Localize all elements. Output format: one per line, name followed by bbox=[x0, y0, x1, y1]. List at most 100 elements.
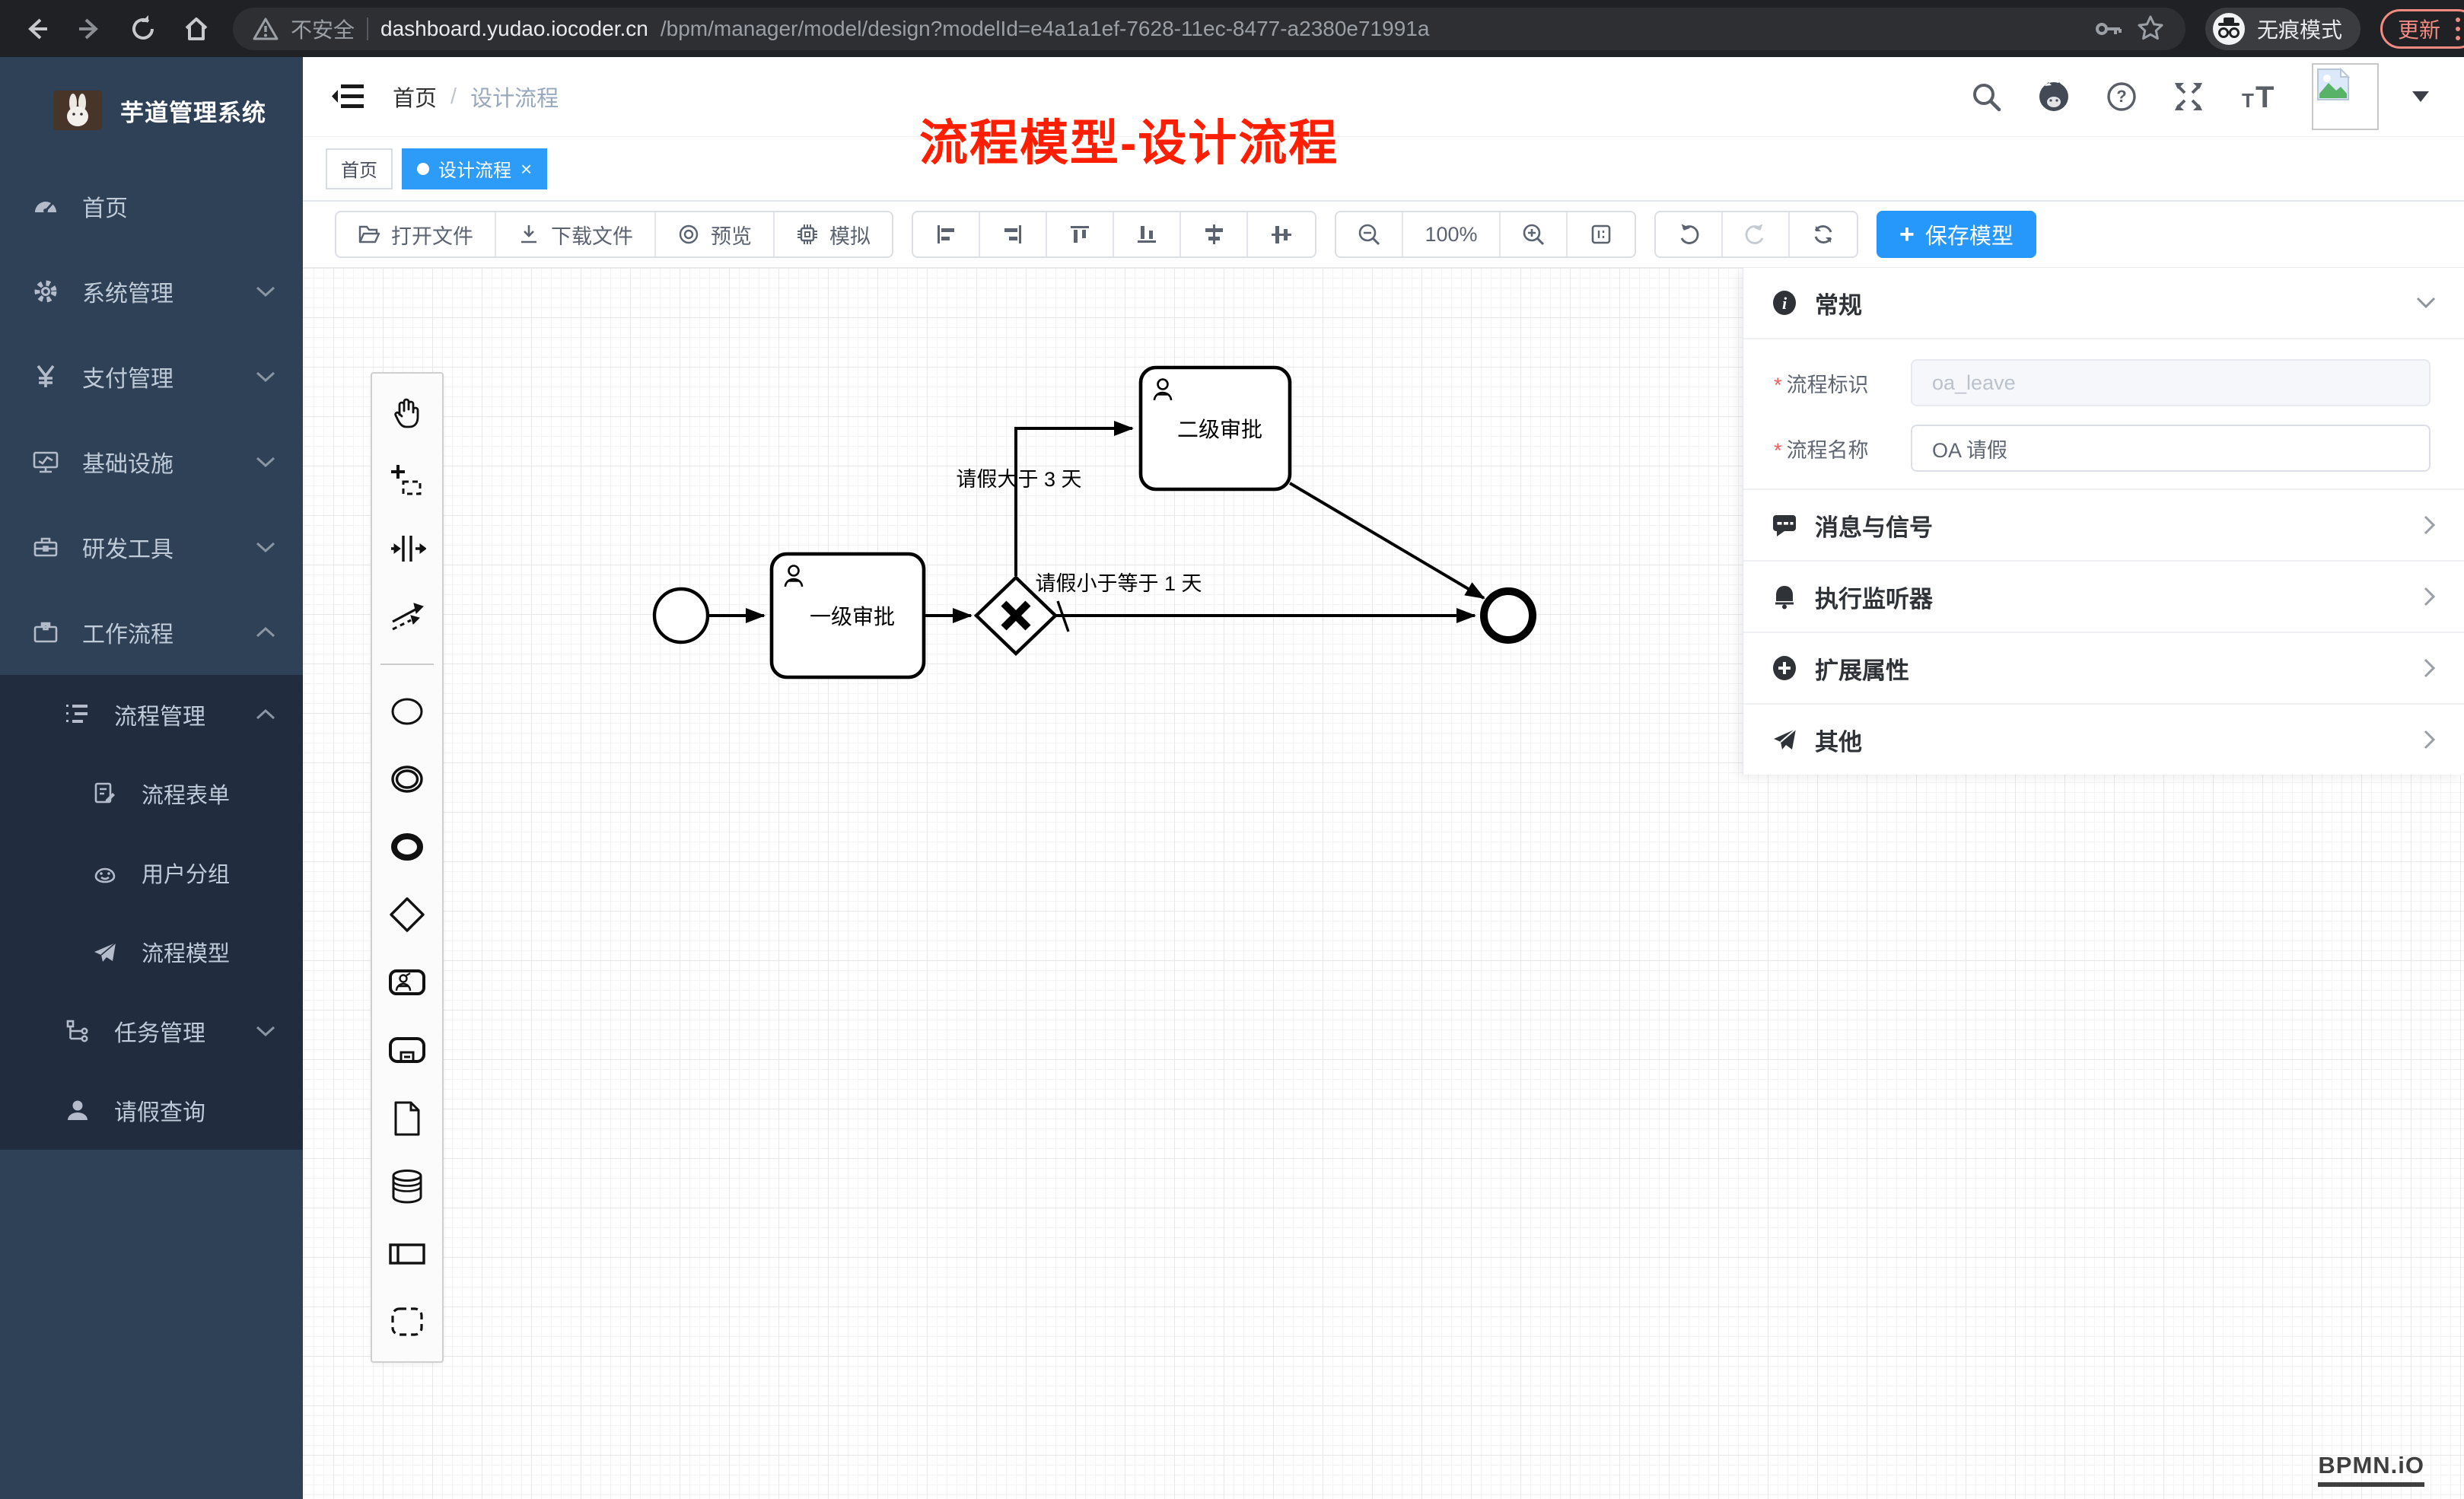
svg-text:T: T bbox=[2255, 81, 2274, 113]
tab-design-process[interactable]: 设计流程 × bbox=[402, 148, 547, 189]
chevron-down-icon bbox=[2415, 296, 2437, 310]
chevron-right-icon bbox=[2423, 729, 2437, 750]
reload-icon[interactable] bbox=[126, 12, 160, 46]
refresh-button[interactable] bbox=[1790, 212, 1857, 256]
simulate-button[interactable]: 模拟 bbox=[775, 212, 892, 256]
breadcrumb-current: 设计流程 bbox=[470, 81, 559, 113]
tab-close-icon[interactable]: × bbox=[520, 159, 532, 179]
tab-home[interactable]: 首页 bbox=[326, 148, 393, 189]
align-vertical-center-button[interactable] bbox=[1181, 212, 1248, 256]
sidebar-item-payment[interactable]: 支付管理 bbox=[0, 334, 303, 419]
monitor-icon bbox=[32, 448, 59, 476]
password-key-icon[interactable] bbox=[2093, 14, 2123, 44]
create-data-store[interactable] bbox=[386, 1165, 428, 1208]
create-participant[interactable] bbox=[386, 1233, 428, 1275]
section-general[interactable]: i 常规 bbox=[1743, 268, 2464, 338]
avatar[interactable] bbox=[2312, 63, 2379, 130]
font-size-icon[interactable]: TT bbox=[2239, 80, 2278, 113]
space-tool[interactable] bbox=[386, 527, 428, 570]
plus-circle-icon bbox=[1771, 654, 1798, 682]
briefcase-icon bbox=[32, 619, 59, 646]
eye-icon bbox=[677, 223, 700, 246]
zoom-out-button[interactable] bbox=[1336, 212, 1403, 256]
sidebar-item-process-model[interactable]: 流程模型 bbox=[0, 912, 303, 991]
bpmn-io-watermark[interactable]: BPMN.iO bbox=[2318, 1452, 2424, 1487]
align-bottom-button[interactable] bbox=[1114, 212, 1181, 256]
app-title: 芋道管理系统 bbox=[120, 94, 266, 128]
create-subprocess[interactable] bbox=[386, 1029, 428, 1071]
fullscreen-icon[interactable] bbox=[2172, 80, 2205, 113]
open-file-button[interactable]: 打开文件 bbox=[336, 212, 496, 256]
app-logo-row[interactable]: 芋道管理系统 bbox=[0, 57, 303, 164]
preview-button[interactable]: 预览 bbox=[656, 212, 775, 256]
search-icon[interactable] bbox=[1969, 80, 2003, 113]
sidebar: 芋道管理系统 首页 系统管理 支付管理 基础设施 研发工具 工作流程 流程管理 bbox=[0, 57, 303, 1499]
align-left-button[interactable] bbox=[913, 212, 980, 256]
align-horizontal-center-button[interactable] bbox=[1248, 212, 1315, 256]
back-icon[interactable] bbox=[20, 12, 53, 46]
avatar-caret-icon[interactable] bbox=[2412, 91, 2429, 102]
save-model-button[interactable]: + 保存模型 bbox=[1877, 211, 2036, 258]
lasso-tool[interactable] bbox=[386, 460, 428, 502]
home-icon[interactable] bbox=[180, 12, 213, 46]
incognito-badge: 无痕模式 bbox=[2205, 8, 2361, 50]
update-button[interactable]: 更新 bbox=[2380, 9, 2464, 49]
create-end-event[interactable] bbox=[386, 826, 428, 868]
github-icon[interactable] bbox=[2036, 79, 2071, 114]
section-messages-signals[interactable]: 消息与信号 bbox=[1743, 490, 2464, 560]
zoom-reset-button[interactable] bbox=[1568, 212, 1635, 256]
create-start-event[interactable] bbox=[386, 690, 428, 733]
global-connect-tool[interactable] bbox=[386, 595, 428, 638]
bpmn-canvas[interactable]: 一级审批 二级审批 请假大于 3 天 请假小于等于 1 天 bbox=[303, 268, 2464, 1499]
plus-icon: + bbox=[1899, 221, 1915, 247]
browser-menu-icon[interactable] bbox=[2456, 18, 2460, 40]
sidebar-item-devtools[interactable]: 研发工具 bbox=[0, 504, 303, 590]
section-extended-attributes[interactable]: 扩展属性 bbox=[1743, 633, 2464, 703]
create-data-object[interactable] bbox=[386, 1097, 428, 1140]
align-top-button[interactable] bbox=[1047, 212, 1114, 256]
annotation-title: 流程模型-设计流程 bbox=[919, 104, 1339, 174]
create-gateway[interactable] bbox=[386, 893, 428, 936]
palette-separator bbox=[380, 664, 434, 665]
sidebar-item-process-mgmt[interactable]: 流程管理 bbox=[0, 675, 303, 754]
bookmark-star-icon[interactable] bbox=[2135, 14, 2166, 44]
breadcrumb: 首页 / 设计流程 bbox=[393, 81, 559, 113]
create-user-task[interactable] bbox=[386, 961, 428, 1004]
section-execution-listeners[interactable]: 执行监听器 bbox=[1743, 562, 2464, 632]
download-file-button[interactable]: 下载文件 bbox=[496, 212, 656, 256]
sidebar-item-user-group[interactable]: 用户分组 bbox=[0, 833, 303, 912]
sidebar-item-home[interactable]: 首页 bbox=[0, 164, 303, 249]
condition-label-lte1: 请假小于等于 1 天 bbox=[1035, 572, 1202, 595]
create-group[interactable] bbox=[386, 1300, 428, 1343]
sidebar-item-infra[interactable]: 基础设施 bbox=[0, 419, 303, 504]
dashboard-icon bbox=[32, 193, 59, 220]
zoom-in-button[interactable] bbox=[1501, 212, 1568, 256]
svg-text:?: ? bbox=[2116, 87, 2126, 106]
create-intermediate-event[interactable] bbox=[386, 758, 428, 800]
help-icon[interactable]: ? bbox=[2105, 80, 2138, 113]
task2-label: 二级审批 bbox=[1177, 418, 1262, 441]
sidebar-item-system[interactable]: 系统管理 bbox=[0, 249, 303, 334]
folder-icon bbox=[358, 223, 380, 246]
flow-task2-to-end[interactable] bbox=[1290, 483, 1484, 598]
start-event[interactable] bbox=[654, 589, 708, 642]
redo-button[interactable] bbox=[1723, 212, 1790, 256]
collapse-sidebar-icon[interactable] bbox=[330, 80, 365, 113]
breadcrumb-home[interactable]: 首页 bbox=[393, 81, 437, 113]
general-fields: *流程标识 *流程名称 bbox=[1743, 339, 2464, 489]
process-name-input[interactable] bbox=[1911, 425, 2431, 472]
url-bar[interactable]: 不安全 dashboard.yudao.iocoder.cn/bpm/manag… bbox=[233, 8, 2185, 50]
forward-icon[interactable] bbox=[73, 12, 107, 46]
sidebar-item-leave-query[interactable]: 请假查询 bbox=[0, 1071, 303, 1150]
sidebar-item-workflow[interactable]: 工作流程 bbox=[0, 590, 303, 675]
end-event[interactable] bbox=[1484, 591, 1533, 640]
section-other[interactable]: 其他 bbox=[1743, 705, 2464, 775]
hand-tool[interactable] bbox=[386, 392, 428, 434]
chevron-up-icon bbox=[256, 708, 275, 721]
flow-gateway-to-task2[interactable] bbox=[1016, 428, 1132, 576]
undo-button[interactable] bbox=[1656, 212, 1723, 256]
align-right-button[interactable] bbox=[980, 212, 1047, 256]
sidebar-item-process-form[interactable]: 流程表单 bbox=[0, 754, 303, 833]
face-icon bbox=[91, 860, 119, 886]
sidebar-item-task-mgmt[interactable]: 任务管理 bbox=[0, 991, 303, 1071]
